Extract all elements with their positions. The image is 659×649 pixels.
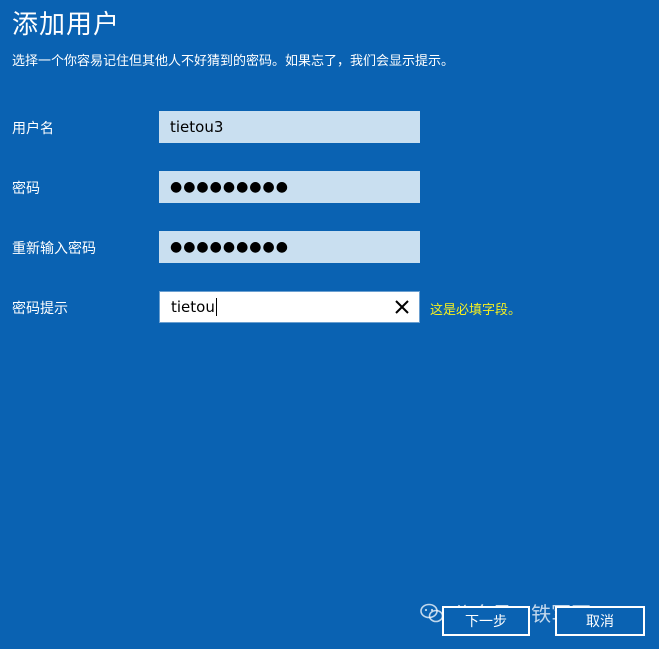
password-value: ●●●●●●●●●: [170, 179, 289, 195]
text-caret: [215, 298, 217, 316]
username-value: tietou3: [170, 118, 224, 136]
password-hint-label: 密码提示: [12, 301, 68, 317]
confirm-password-label: 重新输入密码: [12, 241, 96, 257]
username-field[interactable]: tietou3: [159, 111, 420, 143]
password-field[interactable]: ●●●●●●●●●: [159, 171, 420, 203]
confirm-password-field[interactable]: ●●●●●●●●●: [159, 231, 420, 263]
password-hint-field[interactable]: tietou: [159, 291, 420, 323]
page-title: 添加用户: [12, 10, 121, 40]
clear-icon[interactable]: [391, 296, 413, 318]
cancel-button[interactable]: 取消: [555, 606, 645, 636]
password-label: 密码: [12, 181, 40, 197]
username-label: 用户名: [12, 121, 54, 137]
confirm-password-value: ●●●●●●●●●: [170, 239, 289, 255]
wechat-icon: [420, 603, 444, 622]
password-hint-value: tietou: [171, 298, 215, 316]
page-subtitle: 选择一个你容易记住但其他人不好猜到的密码。如果忘了，我们会显示提示。: [12, 54, 455, 69]
required-field-error: 这是必填字段。: [430, 303, 522, 318]
next-button[interactable]: 下一步: [442, 606, 530, 636]
